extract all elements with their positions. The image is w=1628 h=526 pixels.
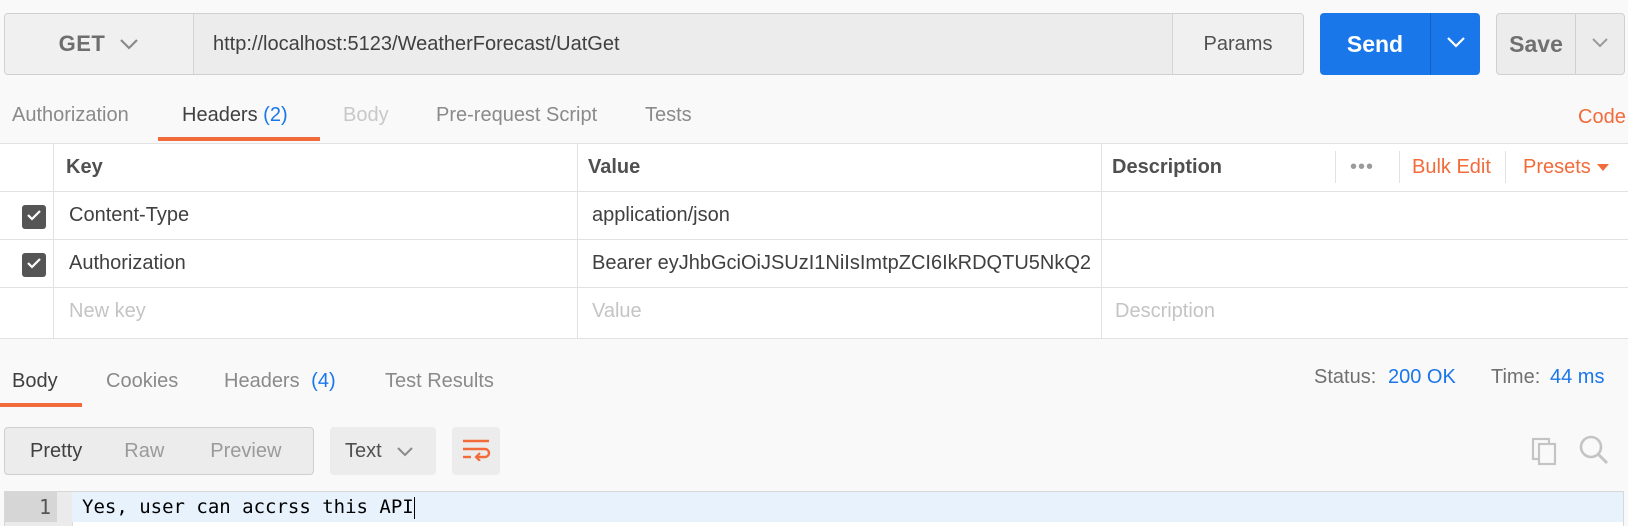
line-number: 1: [5, 492, 57, 522]
divider: [0, 338, 1628, 339]
response-tab-cookies[interactable]: Cookies: [106, 361, 178, 401]
chevron-down-icon: [1446, 35, 1466, 53]
new-value-input[interactable]: Value: [592, 287, 642, 335]
view-mode-pretty[interactable]: Pretty: [30, 440, 82, 463]
method-select[interactable]: GET: [5, 14, 194, 74]
send-options-button[interactable]: [1430, 13, 1480, 75]
time-label: Time:: [1491, 366, 1541, 388]
status-value: 200 OK: [1388, 366, 1456, 388]
check-icon: [26, 256, 42, 274]
divider: [1399, 151, 1400, 183]
chevron-down-icon: [396, 446, 414, 457]
tab-tests[interactable]: Tests: [645, 95, 692, 135]
code-line-text: Yes, user can accrss this API: [82, 496, 414, 518]
view-mode-preview[interactable]: Preview: [210, 440, 281, 463]
wrap-lines-button[interactable]: [452, 427, 500, 475]
tab-headers-count: (2): [263, 104, 288, 126]
save-button[interactable]: Save: [1497, 14, 1575, 74]
copy-icon[interactable]: [1530, 436, 1560, 471]
code-link[interactable]: Code: [1578, 106, 1626, 129]
more-options-button[interactable]: •••: [1350, 143, 1374, 191]
divider: [577, 143, 578, 339]
column-header-description: Description: [1112, 156, 1223, 178]
chevron-down-icon: [1591, 35, 1609, 53]
presets-dropdown[interactable]: Presets: [1523, 143, 1610, 191]
active-tab-indicator: [158, 137, 320, 141]
header-enabled-checkbox[interactable]: [22, 205, 46, 229]
response-tab-test-results[interactable]: Test Results: [385, 361, 494, 401]
wrap-lines-icon: [461, 437, 491, 466]
status-label: Status:: [1314, 366, 1377, 388]
code-line: Yes, user can accrss this API: [72, 492, 1623, 522]
header-key-cell[interactable]: Authorization: [69, 239, 186, 287]
time-value: 44 ms: [1550, 366, 1605, 388]
view-mode-raw[interactable]: Raw: [124, 440, 164, 463]
header-key-cell[interactable]: Content-Type: [69, 191, 189, 239]
caret-down-icon: [1596, 156, 1610, 178]
send-button-group: Send: [1320, 13, 1480, 75]
column-header-key: Key: [66, 156, 103, 178]
tab-authorization[interactable]: Authorization: [12, 95, 129, 135]
new-key-input[interactable]: New key: [69, 287, 146, 335]
view-mode-toggle: Pretty Raw Preview: [4, 427, 314, 475]
tab-headers[interactable]: Headers (2): [182, 95, 288, 135]
tab-body: Body: [343, 104, 389, 126]
header-value-cell[interactable]: application/json: [592, 191, 1092, 239]
headers-table: Key Value Description ••• Bulk Edit Pres…: [0, 143, 1628, 339]
bulk-edit-button[interactable]: Bulk Edit: [1412, 143, 1491, 191]
url-input[interactable]: http://localhost:5123/WeatherForecast/Ua…: [194, 14, 1172, 74]
save-options-button[interactable]: [1575, 14, 1624, 74]
active-tab-indicator: [0, 403, 82, 407]
divider: [1101, 143, 1102, 339]
response-tab-headers-count: (4): [311, 370, 336, 392]
method-label: GET: [58, 31, 106, 56]
column-header-value: Value: [588, 156, 641, 178]
save-button-group: Save: [1496, 13, 1625, 75]
divider: [53, 143, 54, 339]
chevron-down-icon: [119, 38, 139, 50]
header-value-cell[interactable]: Bearer eyJhbGciOiJSUzI1NiIsImtpZCI6IkRDQ…: [592, 239, 1092, 287]
divider: [1505, 151, 1506, 183]
new-description-input[interactable]: Description: [1115, 287, 1215, 335]
response-tab-headers-label: Headers: [224, 370, 300, 392]
search-icon[interactable]: [1578, 434, 1610, 471]
tab-prerequest-script[interactable]: Pre-request Script: [436, 95, 597, 135]
format-label: Text: [345, 439, 382, 462]
divider: [0, 143, 1628, 144]
response-body-editor[interactable]: 1 Yes, user can accrss this API: [4, 491, 1624, 526]
header-enabled-checkbox[interactable]: [22, 253, 46, 277]
params-button[interactable]: Params: [1172, 14, 1303, 74]
tab-headers-label: Headers: [182, 104, 258, 126]
request-url-bar: GET http://localhost:5123/WeatherForecas…: [4, 13, 1304, 75]
response-tab-body[interactable]: Body: [12, 361, 58, 401]
format-select[interactable]: Text: [330, 427, 436, 475]
response-tab-headers[interactable]: Headers (4): [224, 361, 336, 401]
divider: [1335, 151, 1336, 183]
send-button[interactable]: Send: [1320, 13, 1430, 75]
check-icon: [26, 208, 42, 226]
presets-label: Presets: [1523, 156, 1591, 178]
text-cursor: [413, 496, 415, 519]
divider: [0, 287, 1628, 288]
